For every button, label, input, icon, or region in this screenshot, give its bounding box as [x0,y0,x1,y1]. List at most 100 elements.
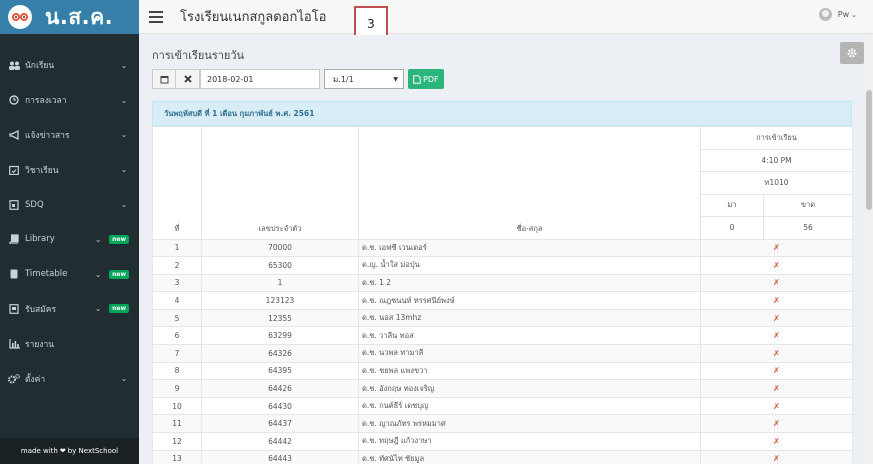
footer-suffix: by NextSchool [67,447,119,455]
table-row: 1 70000 ด.ช. เอฟซี เวนเดอร์ ✗ [152,238,854,258]
calendar-button[interactable] [152,69,176,89]
chevron-down-icon: ⌄ [120,130,128,140]
row-student-id: 64442 [201,432,359,451]
logo[interactable]: น.ส.ค. [0,0,139,34]
sidebar: น.ส.ค. นักเรียน ⌄ การลงเวลา ⌄ แจ้งข่าวสา… [0,0,139,464]
app-name: น.ส.ค. [45,4,114,29]
sidebar-item-subjects[interactable]: วิชาเรียน ⌄ [0,152,139,187]
owl-logo-icon [8,5,32,29]
absent-mark-icon[interactable]: ✗ [699,396,854,416]
class-select[interactable]: ม.1/1 ▼ [324,69,404,89]
book-icon [8,199,20,211]
sidebar-item-label: วิชาเรียน [25,165,59,176]
row-student-id: 64443 [201,449,359,464]
attendance-report: วันพฤหัสบดี ที่ 1 เดือน กุมภาพันธ์ พ.ศ. … [152,101,854,464]
calendar-icon [160,75,168,83]
class-select-value: ม.1/1 [333,74,354,84]
close-icon [183,75,192,83]
date-input[interactable] [200,69,320,89]
clear-date-button[interactable] [176,69,200,89]
report-date-header: วันพฤหัสบดี ที่ 1 เดือน กุมภาพันธ์ พ.ศ. … [152,101,852,126]
row-student-id: 65300 [201,256,359,275]
col-header-student-id: เลขประจำตัว [201,126,359,240]
sidebar-item-reports[interactable]: รายงาน [0,326,139,361]
absent-mark-icon[interactable]: ✗ [699,379,854,398]
sidebar-item-library[interactable]: Library ⌄ new [0,222,139,257]
bar-chart-icon [8,338,20,350]
row-student-id: 64430 [201,396,359,416]
absent-mark-icon[interactable]: ✗ [699,449,854,464]
footer-prefix: made with [20,447,58,455]
sidebar-item-admissions[interactable]: รับสมัคร ⌄ new [0,292,139,327]
scrollbar-thumb[interactable] [866,90,872,210]
absent-mark-icon[interactable]: ✗ [699,256,854,275]
user-menu[interactable]: Pw ⌄ [818,8,857,21]
table-row: 9 64426 ด.ช. อังกฤษ ทองเจริญ ✗ [152,379,854,398]
sidebar-menu: นักเรียน ⌄ การลงเวลา ⌄ แจ้งข่าวสาร ⌄ วิช… [0,48,139,396]
school-name: โรงเรียนเนกสกูลดอกไอโอ [180,10,327,25]
absent-mark-icon[interactable]: ✗ [699,273,854,293]
clock-icon [8,94,20,106]
hamburger-menu-icon[interactable] [149,10,163,23]
settings-button[interactable] [840,42,864,64]
chevron-down-icon: ⌄ [94,269,102,279]
row-student-name: ด.ช. วาลีน ทอส [358,326,701,346]
present-count: 0 [700,216,764,240]
row-student-id: 64437 [201,414,359,434]
table-row: 5 12355 ด.ช. นอส 13mhz ✗ [152,308,854,328]
absent-mark-icon[interactable]: ✗ [699,308,854,328]
absent-mark-icon[interactable]: ✗ [699,414,854,434]
sidebar-item-label: นักเรียน [25,61,55,72]
table-row: 8 64395 ด.ช. ชยพล แพงขวา ✗ [152,361,854,381]
table-row: 2 65300 ด.ญ. น้ำใส ม่อปุ่น ✗ [152,256,854,275]
row-no: 12 [152,432,202,451]
row-student-id: 64426 [201,379,359,398]
attendance-time: 4:10 PM [699,148,854,172]
table-row: 13 64443 ด.ช. ทัศนัไท ชัยมูล ✗ [152,449,854,464]
absent-mark-icon[interactable]: ✗ [699,432,854,451]
register-icon [8,303,20,315]
table-row: 7 64326 ด.ช. นวพล ทามาลี ✗ [152,344,854,363]
pdf-icon [413,74,421,84]
sidebar-item-sdq[interactable]: SDQ ⌄ [0,187,139,222]
sidebar-item-timetable[interactable]: Timetable ⌄ new [0,257,139,292]
chevron-down-icon: ⌄ [120,60,128,70]
sidebar-item-label: ตั้งค่า [25,374,46,385]
chevron-down-icon: ⌄ [120,374,128,384]
row-student-id: 12355 [201,308,359,328]
page-scrollbar[interactable] [865,35,873,464]
gear-icon [847,48,857,58]
absent-mark-icon[interactable]: ✗ [699,326,854,346]
row-student-id: 1 [201,273,359,293]
sidebar-item-label: การลงเวลา [25,96,67,107]
row-student-name: ด.ช. ญาณภัทร พรหมมาศ [358,414,701,434]
sidebar-item-settings[interactable]: ตั้งค่า ⌄ [0,361,139,396]
row-student-name: ด.ช. นวพล ทามาลี [358,344,701,363]
row-no: 8 [152,361,202,381]
new-badge: new [109,234,129,244]
absent-mark-icon[interactable]: ✗ [699,238,854,258]
attendance-subject: ท1010 [699,171,854,195]
table-row: 11 64437 ด.ช. ญาณภัทร พรหมมาศ ✗ [152,414,854,434]
sidebar-item-label: รายงาน [25,339,55,350]
sidebar-item-announcements[interactable]: แจ้งข่าวสาร ⌄ [0,118,139,153]
col-header-name: ชื่อ-สกุล [358,126,701,240]
absent-mark-icon[interactable]: ✗ [699,361,854,381]
sidebar-item-time-logging[interactable]: การลงเวลา ⌄ [0,83,139,118]
heart-icon: ❤ [59,447,66,455]
pdf-export-button[interactable]: PDF [408,69,444,89]
chevron-down-icon: ⌄ [120,200,128,210]
sidebar-item-label: SDQ [25,199,44,210]
chevron-down-icon: ⌄ [94,234,102,244]
absent-mark-icon[interactable]: ✗ [699,291,854,310]
chevron-down-icon: ⌄ [120,165,128,175]
avatar [818,8,832,21]
row-student-name: ด.ช. เอฟซี เวนเดอร์ [358,238,701,258]
attendance-rows: 1 70000 ด.ช. เอฟซี เวนเดอร์ ✗ 2 65300 ด.ญ. น้ำ… [152,238,854,464]
absent-mark-icon[interactable]: ✗ [699,344,854,363]
sidebar-item-students[interactable]: นักเรียน ⌄ [0,48,139,83]
filter-bar: ม.1/1 ▼ PDF [152,69,444,89]
row-no: 3 [152,273,202,293]
row-no: 5 [152,308,202,328]
table-row: 6 63299 ด.ช. วาลีน ทอส ✗ [152,326,854,346]
